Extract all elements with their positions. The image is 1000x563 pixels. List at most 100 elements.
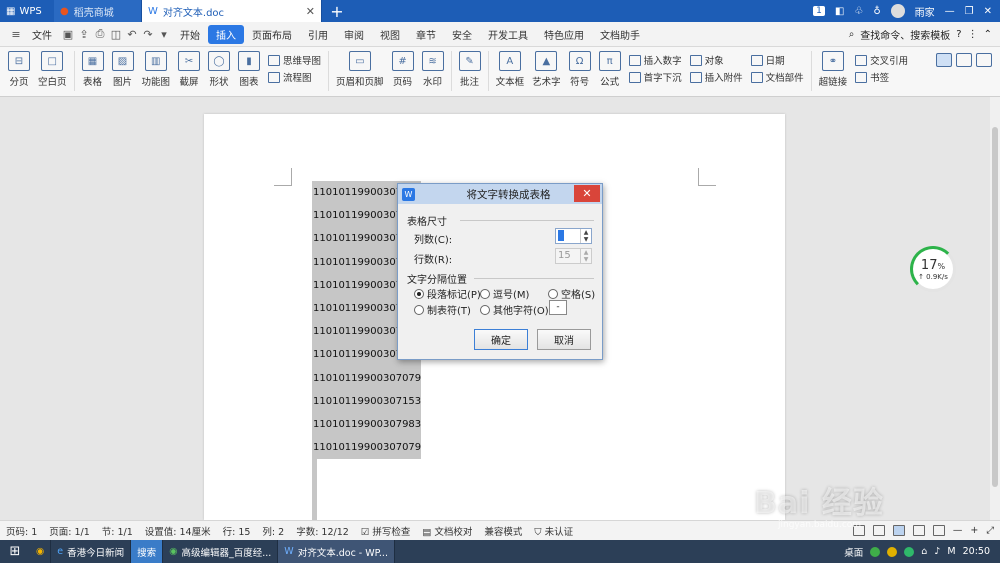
screenshot-button[interactable]: ✂ 截屏 [174, 47, 204, 88]
radio-comma[interactable]: 逗号(M) [480, 286, 529, 301]
textbox-button[interactable]: A 文本框 [492, 47, 529, 88]
status-pages[interactable]: 页面: 1/1 [49, 524, 90, 538]
columns-arrows[interactable]: ▲ ▼ [580, 229, 591, 243]
new-tab-button[interactable]: + [322, 0, 352, 22]
desktop-button[interactable]: 桌面 [844, 545, 863, 559]
zoom-in-icon[interactable]: + [970, 525, 978, 536]
certification-status[interactable]: ⛉ 未认证 [534, 524, 573, 538]
text-line[interactable]: 110101199003070791 [312, 436, 421, 459]
ok-button[interactable]: 确定 [474, 329, 528, 350]
window-count-badge[interactable]: 1 [813, 6, 825, 16]
text-line[interactable]: 110101199003070791 [312, 367, 421, 390]
taskbar-editor[interactable]: ◉ 高级编辑器_百度经... [163, 540, 279, 563]
flowchart-button[interactable]: 流程图 [268, 70, 321, 84]
menu-page-layout[interactable]: 页面布局 [244, 25, 300, 44]
spin-up-icon[interactable]: ▲ [581, 229, 591, 236]
expand-icon[interactable]: ⤢ [986, 525, 994, 536]
menu-developer[interactable]: 开发工具 [480, 25, 536, 44]
layout-b-icon[interactable] [956, 53, 972, 67]
status-section[interactable]: 节: 1/1 [102, 524, 133, 538]
vertical-scrollbar[interactable] [990, 97, 1000, 520]
restore-icon[interactable]: ❐ [965, 6, 974, 17]
tray-app-icon[interactable] [870, 546, 881, 557]
comment-button[interactable]: ✎ 批注 [455, 47, 485, 88]
input-method-icon[interactable]: M [947, 546, 955, 557]
volume-icon[interactable]: ♪ [934, 546, 940, 557]
menu-start[interactable]: 开始 [172, 25, 208, 44]
avatar[interactable] [890, 4, 905, 18]
page-view-icon[interactable] [892, 525, 905, 536]
menu-references[interactable]: 引用 [300, 25, 336, 44]
page-number-button[interactable]: # 页码 [388, 47, 418, 88]
tray-app-icon[interactable] [904, 546, 915, 557]
cancel-button[interactable]: 取消 [537, 329, 591, 350]
page-break-button[interactable]: ⊟ 分页 [4, 47, 34, 88]
layout-c-icon[interactable] [976, 53, 992, 67]
attachment-button[interactable]: 插入附件 [689, 70, 743, 84]
columns-stepper[interactable]: 1 ▲▼ [555, 228, 592, 244]
function-chart-button[interactable]: ▥ 功能图 [138, 47, 175, 88]
columns-value[interactable]: 1 [556, 229, 580, 243]
clock[interactable]: 20:50 [963, 546, 990, 557]
dialog-titlebar[interactable]: W 将文字转换成表格 ✕ [398, 184, 602, 204]
taskbar-news[interactable]: e 香港今日新闻 [51, 540, 132, 563]
preview-icon[interactable]: ◫ [108, 26, 124, 42]
tab-docer-store[interactable]: ● 稻壳商城 [54, 0, 142, 22]
doc-parts-button[interactable]: 文档部件 [750, 70, 804, 84]
drop-cap-button[interactable]: 首字下沉 [628, 70, 682, 84]
menu-file[interactable]: 文件 [24, 25, 60, 44]
zoom-out-icon[interactable]: — [953, 525, 963, 536]
menu-review[interactable]: 审阅 [336, 25, 372, 44]
object-button[interactable]: 对象 [689, 53, 743, 67]
wordart-button[interactable]: ▲ 艺术字 [528, 47, 565, 88]
radio-other-char[interactable]: 其他字符(O): [480, 302, 552, 317]
gift-icon[interactable]: ♧ [854, 6, 863, 17]
blank-page-button[interactable]: □ 空白页 [34, 47, 71, 88]
table-button[interactable]: ▦ 表格 [78, 47, 108, 88]
menu-view[interactable]: 视图 [372, 25, 408, 44]
radio-tab[interactable]: 制表符(T) [414, 302, 471, 317]
command-search[interactable]: ⌕ 查找命令、搜索模板 ? ⋮ ⌃ [849, 27, 1000, 42]
reading-view-icon[interactable] [872, 525, 885, 536]
close-tab-icon[interactable]: ✕ [306, 5, 315, 18]
symbol-button[interactable]: Ω 符号 [565, 47, 595, 88]
chart-button[interactable]: ▮ 图表 [234, 47, 264, 88]
status-words[interactable]: 字数: 12/12 [296, 524, 349, 538]
menu-insert[interactable]: 插入 [208, 24, 244, 44]
header-footer-button[interactable]: ▭ 页眉和页脚 [332, 47, 388, 88]
collapse-icon[interactable]: ⌃ [984, 29, 992, 40]
watermark-button[interactable]: ≋ 水印 [418, 47, 448, 88]
text-line[interactable]: 110101199003071532 [312, 390, 421, 413]
undo-icon[interactable]: ↶ [124, 26, 140, 42]
redo-icon[interactable]: ↷ [140, 26, 156, 42]
skin-icon[interactable]: ◧ [835, 6, 844, 17]
mindmap-button[interactable]: 思维导图 [268, 53, 321, 67]
outline-view-icon[interactable] [912, 525, 925, 536]
scrollbar-thumb[interactable] [992, 127, 998, 487]
status-col[interactable]: 列: 2 [262, 524, 284, 538]
cross-reference-button[interactable]: 交叉引用 [855, 53, 908, 67]
network-icon[interactable]: ⌂ [921, 546, 927, 557]
close-window-icon[interactable]: ✕ [984, 6, 992, 17]
tray-app-icon[interactable] [887, 546, 898, 557]
save-icon[interactable]: ▣ [60, 26, 76, 42]
user-name[interactable]: 雨家 [915, 4, 935, 19]
network-speed-widget[interactable]: 17% ↑ 0.9K/s [910, 246, 956, 292]
insert-number-button[interactable]: 插入数字 [628, 53, 682, 67]
menu-chapter[interactable]: 章节 [408, 25, 444, 44]
date-button[interactable]: 日期 [750, 53, 804, 67]
radio-space[interactable]: 空格(S) [548, 286, 595, 301]
taskbar-wps-doc[interactable]: W 对齐文本.doc - WP... [278, 540, 395, 563]
hyperlink-button[interactable]: ⚭ 超链接 [815, 47, 852, 88]
web-view-icon[interactable] [932, 525, 945, 536]
radio-paragraph-mark[interactable]: 段落标记(P) [414, 286, 481, 301]
other-char-input[interactable]: - [549, 300, 567, 315]
layout-a-icon[interactable] [936, 53, 952, 67]
formula-button[interactable]: π 公式 [595, 47, 625, 88]
menu-security[interactable]: 安全 [444, 25, 480, 44]
picture-button[interactable]: ▨ 图片 [108, 47, 138, 88]
customize-icon[interactable]: ▾ [156, 26, 172, 42]
menu-doc-assistant[interactable]: 文档助手 [592, 25, 648, 44]
spin-down-icon[interactable]: ▼ [581, 236, 591, 243]
print-icon[interactable]: ⎙ [92, 26, 108, 42]
